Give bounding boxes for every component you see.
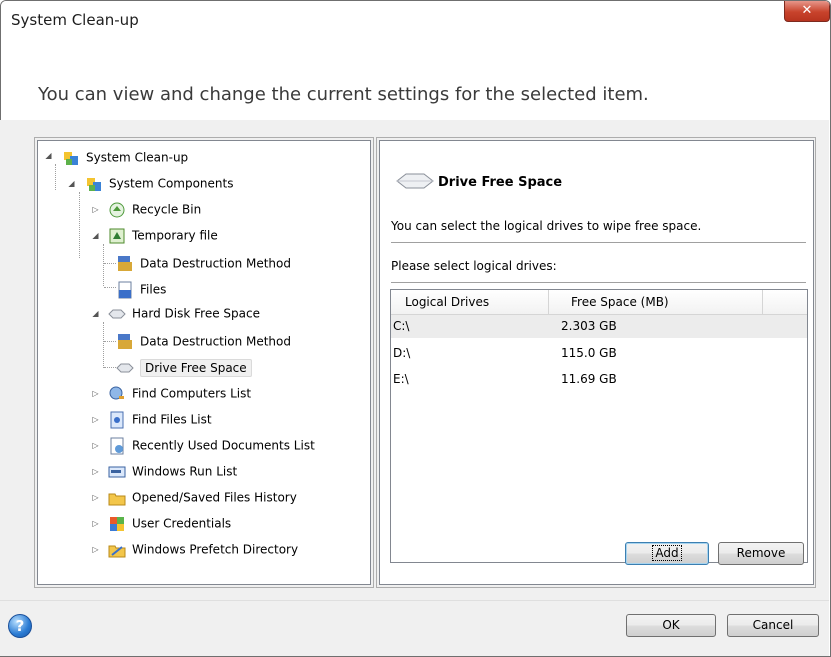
- system-components-icon: [62, 149, 80, 167]
- expand-arrow-icon[interactable]: ▷: [91, 415, 100, 424]
- files-icon: [116, 281, 134, 299]
- run-dialog-icon: [108, 463, 126, 481]
- tree-item-user-credentials[interactable]: User Credentials: [108, 513, 231, 533]
- tree-item-system-components[interactable]: System Components: [85, 173, 233, 193]
- shredder-icon: [116, 255, 134, 273]
- tree-item-temporary-file[interactable]: Temporary file: [108, 225, 218, 245]
- tree-item-files[interactable]: Files: [116, 279, 166, 299]
- hard-disk-icon: [108, 305, 126, 323]
- tree-item-find-files-list[interactable]: Find Files List: [108, 409, 212, 429]
- expand-arrow-icon[interactable]: ▷: [91, 441, 100, 450]
- find-computers-icon: [108, 385, 126, 403]
- expand-arrow-icon[interactable]: ▷: [91, 545, 100, 554]
- tree-item-windows-prefetch-directory[interactable]: Windows Prefetch Directory: [108, 539, 298, 559]
- drive-cell: C:\: [393, 319, 410, 333]
- table-row[interactable]: E:\ 11.69 GB: [391, 368, 807, 391]
- space-cell: 2.303 GB: [561, 319, 617, 333]
- temporary-file-icon: [108, 227, 126, 245]
- ok-button[interactable]: OK: [626, 614, 716, 637]
- system-components-icon: [85, 175, 103, 193]
- detail-description: You can select the logical drives to wip…: [391, 219, 702, 233]
- user-credentials-icon: [108, 515, 126, 533]
- logical-drives-list[interactable]: Logical Drives Free Space (MB) C:\ 2.303…: [390, 289, 808, 563]
- expand-arrow-icon[interactable]: ▷: [91, 205, 100, 214]
- tree-item-opened-saved-files-history[interactable]: Opened/Saved Files History: [108, 487, 297, 507]
- recent-documents-icon: [108, 437, 126, 455]
- collapse-arrow-icon[interactable]: ◢: [91, 309, 100, 318]
- collapse-arrow-icon[interactable]: ◢: [67, 179, 76, 188]
- window-title: System Clean-up: [11, 11, 139, 29]
- hard-disk-icon: [116, 359, 134, 377]
- select-drives-prompt: Please select logical drives:: [391, 259, 557, 273]
- title-bar: System Clean-up ✕: [1, 1, 830, 37]
- tree-item-data-destruction-method-2[interactable]: Data Destruction Method: [116, 331, 291, 351]
- expand-arrow-icon[interactable]: ▷: [91, 389, 100, 398]
- tree-item-system-clean-up[interactable]: System Clean-up: [62, 147, 188, 167]
- space-cell: 115.0 GB: [561, 346, 617, 360]
- collapse-arrow-icon[interactable]: ◢: [44, 151, 53, 160]
- collapse-arrow-icon[interactable]: ◢: [91, 231, 100, 240]
- drive-icon: [396, 172, 434, 193]
- list-header: Logical Drives Free Space (MB): [391, 290, 807, 315]
- help-icon[interactable]: ?: [8, 614, 32, 638]
- add-button[interactable]: Add: [625, 542, 709, 565]
- tree-item-drive-free-space[interactable]: Drive Free Space: [116, 357, 252, 377]
- expand-arrow-icon[interactable]: ▷: [91, 493, 100, 502]
- column-header-logical-drives[interactable]: Logical Drives: [391, 290, 549, 314]
- cancel-button[interactable]: Cancel: [727, 614, 819, 637]
- drive-cell: D:\: [393, 346, 411, 360]
- folder-icon: [108, 489, 126, 507]
- dialog-subtitle: You can view and change the current sett…: [38, 84, 649, 105]
- find-files-icon: [108, 411, 126, 429]
- prefetch-folder-icon: [108, 541, 126, 559]
- expand-arrow-icon[interactable]: ▷: [91, 519, 100, 528]
- shredder-icon: [116, 333, 134, 351]
- recycle-bin-icon: [108, 201, 126, 219]
- table-row[interactable]: C:\ 2.303 GB: [391, 315, 807, 338]
- drive-cell: E:\: [393, 372, 409, 386]
- close-button[interactable]: ✕: [784, 1, 830, 22]
- table-row[interactable]: D:\ 115.0 GB: [391, 342, 807, 365]
- expand-arrow-icon[interactable]: ▷: [91, 467, 100, 476]
- remove-button[interactable]: Remove: [718, 542, 804, 565]
- column-header-free-space[interactable]: Free Space (MB): [549, 290, 763, 314]
- tree-item-hard-disk-free-space[interactable]: Hard Disk Free Space: [108, 303, 260, 323]
- tree-item-recycle-bin[interactable]: Recycle Bin: [108, 199, 201, 219]
- detail-title: Drive Free Space: [438, 175, 563, 190]
- tree-item-data-destruction-method[interactable]: Data Destruction Method: [116, 253, 291, 273]
- space-cell: 11.69 GB: [561, 372, 617, 386]
- tree-item-windows-run-list[interactable]: Windows Run List: [108, 461, 237, 481]
- tree-item-recently-used-documents-list[interactable]: Recently Used Documents List: [108, 435, 315, 455]
- tree-item-find-computers-list[interactable]: Find Computers List: [108, 383, 251, 403]
